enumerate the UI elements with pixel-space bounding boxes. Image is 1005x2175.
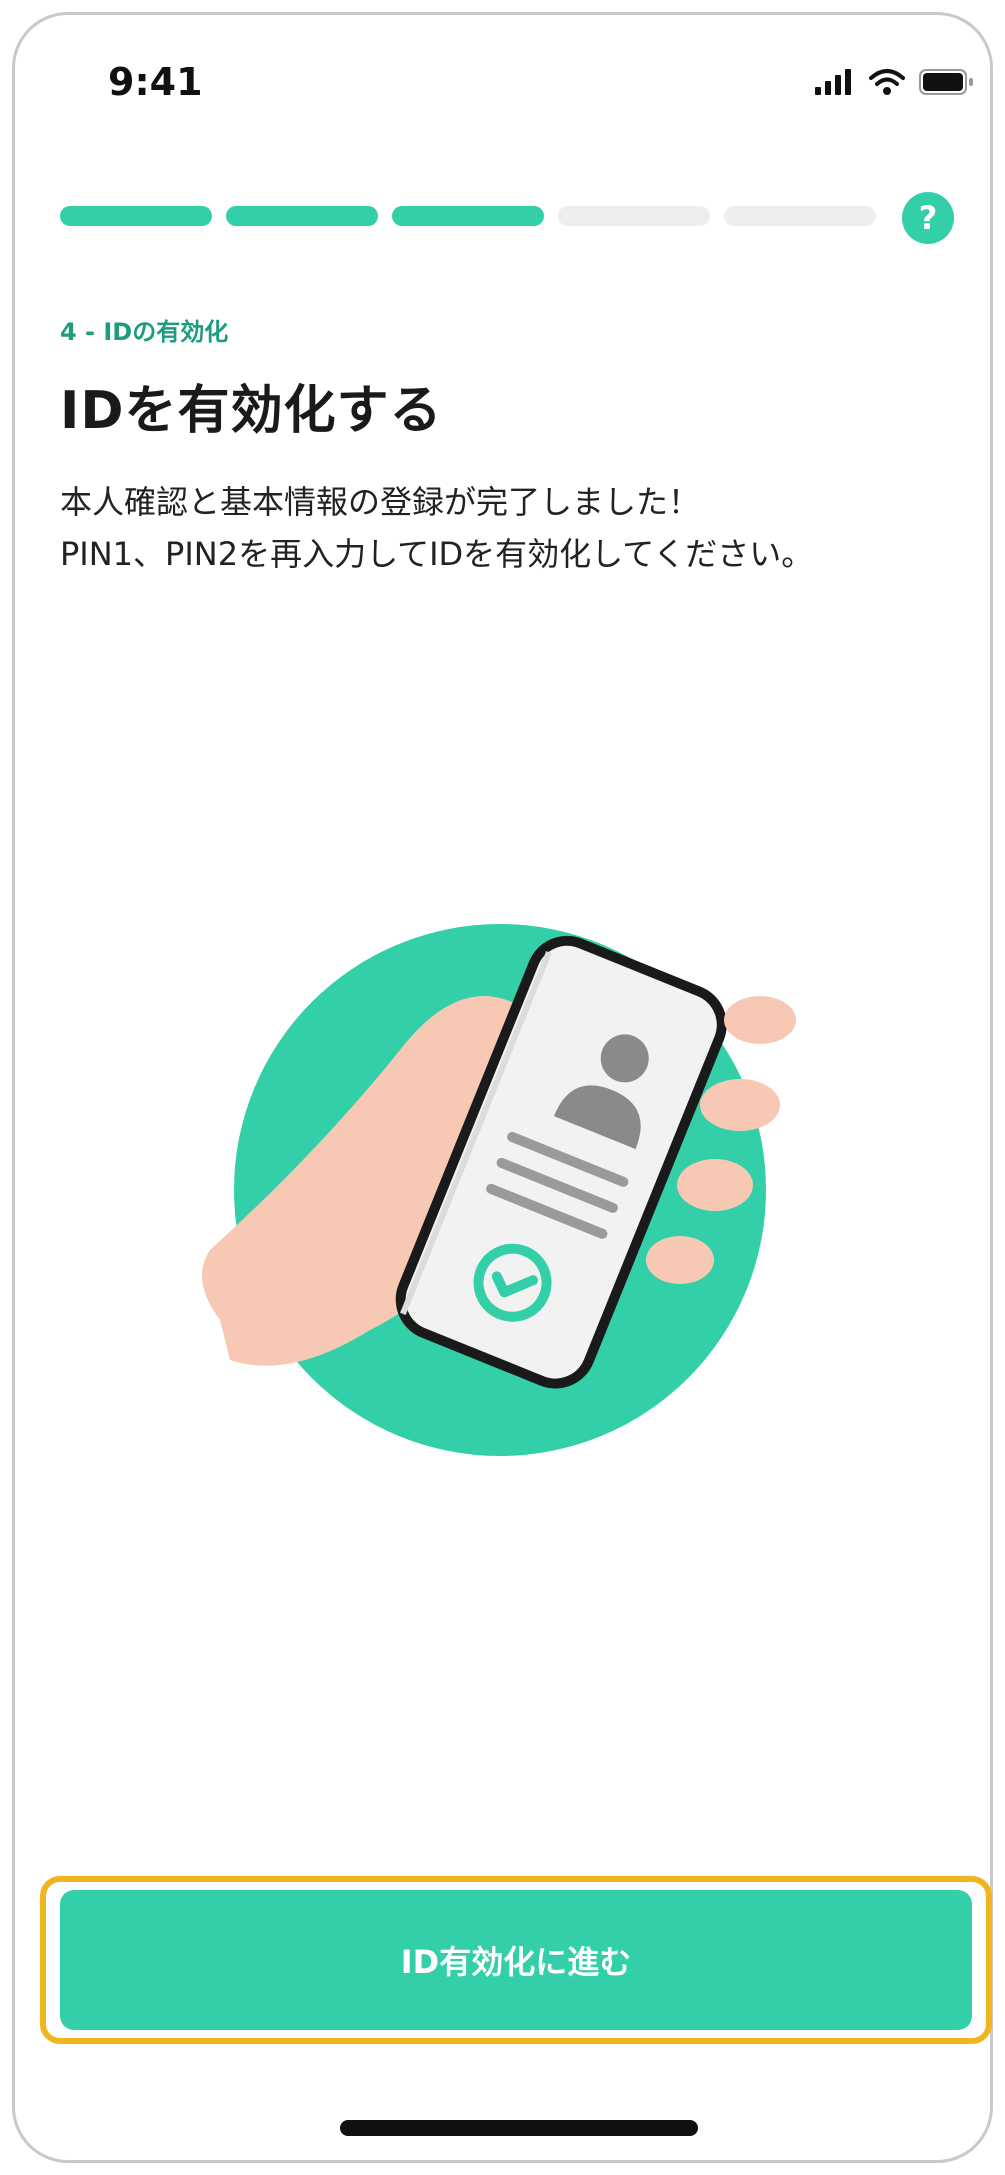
description: 本人確認と基本情報の登録が完了しました！ PIN1、PIN2を再入力してIDを有… bbox=[60, 476, 960, 580]
battery-icon bbox=[919, 69, 973, 95]
progress-segment bbox=[60, 206, 212, 226]
finger bbox=[677, 1159, 753, 1211]
finger bbox=[700, 1079, 780, 1131]
hand-phone-illustration bbox=[202, 924, 796, 1456]
finger bbox=[724, 996, 796, 1044]
wifi-icon bbox=[869, 69, 905, 95]
description-line-2: PIN1、PIN2を再入力してIDを有効化してください。 bbox=[60, 535, 814, 573]
status-bar: 9:41 bbox=[0, 0, 1005, 120]
step-label: 4 - IDの有効化 bbox=[60, 318, 229, 346]
status-icons bbox=[815, 68, 975, 96]
signal-icon bbox=[815, 69, 851, 95]
progress-segment bbox=[226, 206, 378, 226]
progress-segment bbox=[558, 206, 710, 226]
finger bbox=[646, 1236, 714, 1284]
progress-indicator bbox=[60, 206, 876, 226]
activate-id-button[interactable]: ID有効化に進む bbox=[60, 1890, 972, 2030]
progress-segment bbox=[392, 206, 544, 226]
help-icon: ? bbox=[918, 199, 938, 237]
description-line-1: 本人確認と基本情報の登録が完了しました！ bbox=[60, 483, 701, 521]
status-time: 9:41 bbox=[108, 60, 203, 104]
help-button[interactable]: ? bbox=[902, 192, 954, 244]
progress-segment bbox=[724, 206, 876, 226]
page-title: IDを有効化する bbox=[60, 381, 443, 441]
home-indicator bbox=[340, 2120, 698, 2136]
